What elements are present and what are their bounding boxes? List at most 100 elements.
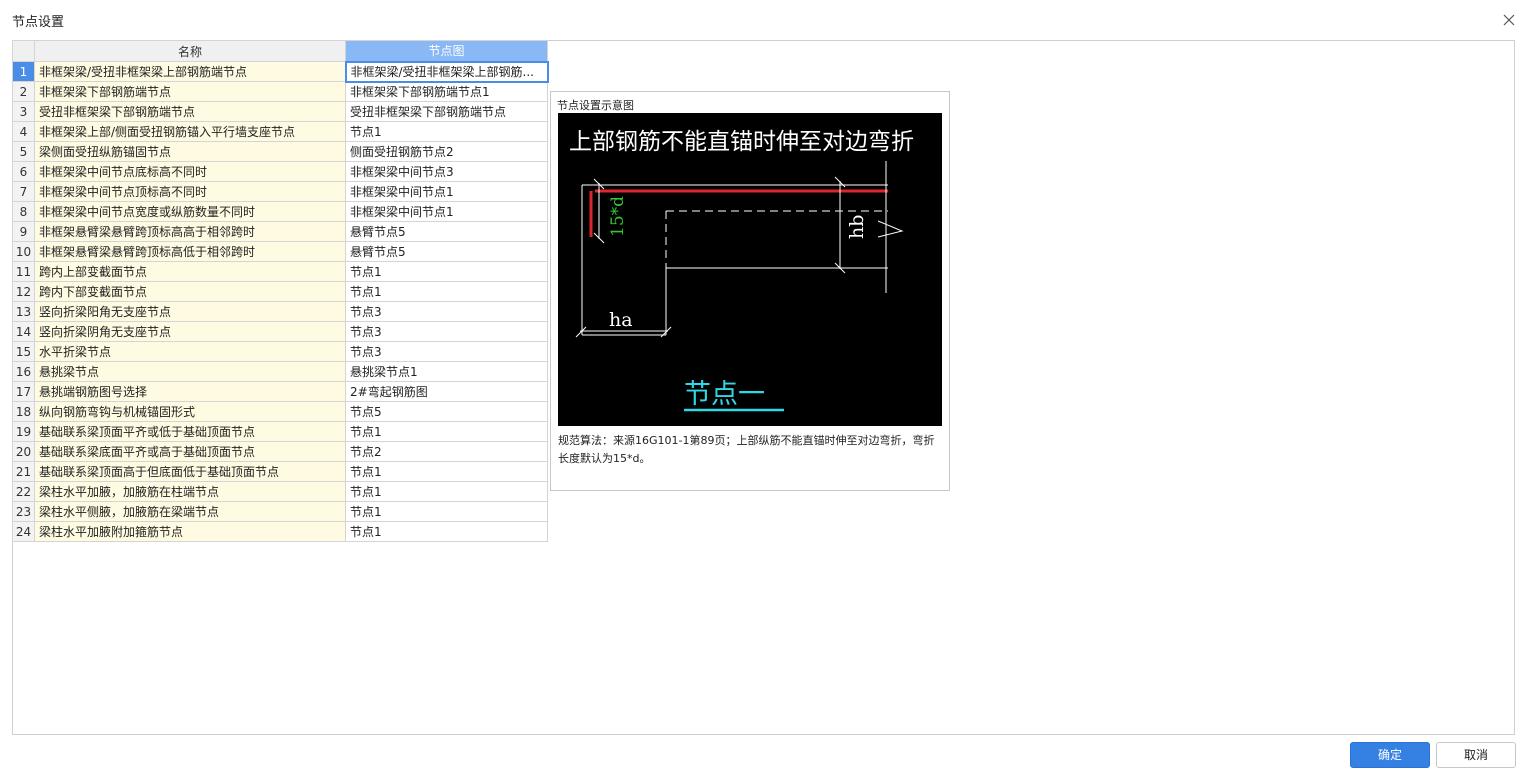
node-diagram-cell[interactable]: 非框架梁/受扭非框架梁上部钢筋... (344, 60, 549, 83)
node-name-cell[interactable]: 梁柱水平侧腋，加腋筋在梁端节点 (34, 501, 346, 522)
node-diagram-cell[interactable]: 节点1 (345, 501, 548, 522)
row-number: 3 (12, 101, 35, 122)
row-number: 5 (12, 141, 35, 162)
row-number: 14 (12, 321, 35, 342)
table-row[interactable]: 13 竖向折梁阳角无支座节点 节点3 (12, 301, 548, 322)
node-diagram-cell[interactable]: 节点1 (345, 261, 548, 282)
node-diagram-cell[interactable]: 受扭非框架梁下部钢筋端节点 (345, 101, 548, 122)
close-icon[interactable] (1498, 9, 1520, 31)
node-name-cell[interactable]: 悬挑端钢筋图号选择 (34, 381, 346, 402)
table-header-row: 名称 节点图 (12, 40, 548, 62)
node-diagram-cell[interactable]: 节点2 (345, 441, 548, 462)
node-diagram-cell[interactable]: 悬挑梁节点1 (345, 361, 548, 382)
node-name-cell[interactable]: 非框架梁/受扭非框架梁上部钢筋端节点 (34, 61, 346, 82)
node-name-cell[interactable]: 梁侧面受扭纵筋锚固节点 (34, 141, 346, 162)
table-row[interactable]: 12 跨内下部变截面节点 节点1 (12, 281, 548, 302)
table-row[interactable]: 21 基础联系梁顶面高于但底面低于基础顶面节点 节点1 (12, 461, 548, 482)
node-diagram-cell[interactable]: 节点3 (345, 341, 548, 362)
table-row[interactable]: 16 悬挑梁节点 悬挑梁节点1 (12, 361, 548, 382)
node-name-cell[interactable]: 非框架梁中间节点底标高不同时 (34, 161, 346, 182)
table-row[interactable]: 3 受扭非框架梁下部钢筋端节点 受扭非框架梁下部钢筋端节点 (12, 101, 548, 122)
row-number: 2 (12, 81, 35, 102)
title-bar: 节点设置 (0, 0, 1528, 40)
table-row[interactable]: 1 非框架梁/受扭非框架梁上部钢筋端节点 非框架梁/受扭非框架梁上部钢筋... (12, 60, 549, 83)
node-name-cell[interactable]: 跨内下部变截面节点 (34, 281, 346, 302)
row-number: 11 (12, 261, 35, 282)
table-row[interactable]: 7 非框架梁中间节点顶标高不同时 非框架梁中间节点1 (12, 181, 548, 202)
table-row[interactable]: 23 梁柱水平侧腋，加腋筋在梁端节点 节点1 (12, 501, 548, 522)
node-name-cell[interactable]: 基础联系梁顶面高于但底面低于基础顶面节点 (34, 461, 346, 482)
table-row[interactable]: 5 梁侧面受扭纵筋锚固节点 侧面受扭钢筋节点2 (12, 141, 548, 162)
table-row[interactable]: 4 非框架梁上部/侧面受扭钢筋锚入平行墙支座节点 节点1 (12, 121, 548, 142)
node-diagram-cell[interactable]: 节点1 (345, 461, 548, 482)
row-number: 19 (12, 421, 35, 442)
node-name-cell[interactable]: 竖向折梁阴角无支座节点 (34, 321, 346, 342)
node-name-cell[interactable]: 非框架梁下部钢筋端节点 (34, 81, 346, 102)
table-row[interactable]: 14 竖向折梁阴角无支座节点 节点3 (12, 321, 548, 342)
node-name-cell[interactable]: 梁柱水平加腋附加箍筋节点 (34, 521, 346, 542)
table-row[interactable]: 6 非框架梁中间节点底标高不同时 非框架梁中间节点3 (12, 161, 548, 182)
node-diagram-cell[interactable]: 节点5 (345, 401, 548, 422)
node-diagram-cell[interactable]: 节点1 (345, 421, 548, 442)
node-diagram-cell[interactable]: 悬臂节点5 (345, 241, 548, 262)
table-row[interactable]: 19 基础联系梁顶面平齐或低于基础顶面节点 节点1 (12, 421, 548, 442)
node-name-cell[interactable]: 纵向钢筋弯钩与机械锚固形式 (34, 401, 346, 422)
row-number: 8 (12, 201, 35, 222)
node-name-cell[interactable]: 悬挑梁节点 (34, 361, 346, 382)
node-diagram: 上部钢筋不能直锚时伸至对边弯折 15*d hb ha 节点一 (558, 113, 942, 426)
row-number: 17 (12, 381, 35, 402)
row-number: 10 (12, 241, 35, 262)
window-title: 节点设置 (12, 15, 65, 30)
node-diagram-cell[interactable]: 非框架梁中间节点3 (345, 161, 548, 182)
row-number: 21 (12, 461, 35, 482)
column-header-name[interactable]: 名称 (34, 40, 346, 62)
node-diagram-cell[interactable]: 非框架梁中间节点1 (345, 201, 548, 222)
table-row[interactable]: 22 梁柱水平加腋，加腋筋在柱端节点 节点1 (12, 481, 548, 502)
node-name-cell[interactable]: 跨内上部变截面节点 (34, 261, 346, 282)
table-row[interactable]: 17 悬挑端钢筋图号选择 2#弯起钢筋图 (12, 381, 548, 402)
node-name-cell[interactable]: 非框架梁中间节点宽度或纵筋数量不同时 (34, 201, 346, 222)
node-diagram-cell[interactable]: 节点1 (345, 121, 548, 142)
node-name-cell[interactable]: 基础联系梁顶面平齐或低于基础顶面节点 (34, 421, 346, 442)
ok-button[interactable]: 确定 (1350, 742, 1430, 768)
node-diagram-cell[interactable]: 节点1 (345, 481, 548, 502)
node-name-cell[interactable]: 非框架悬臂梁悬臂跨顶标高低于相邻跨时 (34, 241, 346, 262)
node-diagram-cell[interactable]: 非框架梁中间节点1 (345, 181, 548, 202)
row-number: 15 (12, 341, 35, 362)
node-preview-panel: 节点设置示意图 上部钢筋不能直锚时伸至对边弯折 15*d hb ha 节点一 规… (550, 91, 950, 491)
table-row[interactable]: 11 跨内上部变截面节点 节点1 (12, 261, 548, 282)
table-row[interactable]: 8 非框架梁中间节点宽度或纵筋数量不同时 非框架梁中间节点1 (12, 201, 548, 222)
node-diagram-cell[interactable]: 节点1 (345, 521, 548, 542)
row-number: 24 (12, 521, 35, 542)
node-diagram-cell[interactable]: 非框架梁下部钢筋端节点1 (345, 81, 548, 102)
column-header-node[interactable]: 节点图 (345, 40, 548, 62)
node-name-cell[interactable]: 梁柱水平加腋，加腋筋在柱端节点 (34, 481, 346, 502)
node-name-cell[interactable]: 非框架梁中间节点顶标高不同时 (34, 181, 346, 202)
node-name-cell[interactable]: 受扭非框架梁下部钢筋端节点 (34, 101, 346, 122)
row-number: 13 (12, 301, 35, 322)
table-row[interactable]: 18 纵向钢筋弯钩与机械锚固形式 节点5 (12, 401, 548, 422)
row-number: 4 (12, 121, 35, 142)
node-name-cell[interactable]: 基础联系梁底面平齐或高于基础顶面节点 (34, 441, 346, 462)
row-number: 22 (12, 481, 35, 502)
table-row[interactable]: 10 非框架悬臂梁悬臂跨顶标高低于相邻跨时 悬臂节点5 (12, 241, 548, 262)
row-number: 9 (12, 221, 35, 242)
node-name-cell[interactable]: 水平折梁节点 (34, 341, 346, 362)
table-row[interactable]: 2 非框架梁下部钢筋端节点 非框架梁下部钢筋端节点1 (12, 81, 548, 102)
node-name-cell[interactable]: 竖向折梁阳角无支座节点 (34, 301, 346, 322)
node-name-cell[interactable]: 非框架悬臂梁悬臂跨顶标高高于相邻跨时 (34, 221, 346, 242)
cancel-button[interactable]: 取消 (1436, 742, 1516, 768)
table-row[interactable]: 9 非框架悬臂梁悬臂跨顶标高高于相邻跨时 悬臂节点5 (12, 221, 548, 242)
node-diagram-cell[interactable]: 节点3 (345, 321, 548, 342)
row-number: 6 (12, 161, 35, 182)
node-diagram-cell[interactable]: 悬臂节点5 (345, 221, 548, 242)
node-diagram-cell[interactable]: 2#弯起钢筋图 (345, 381, 548, 402)
node-diagram-cell[interactable]: 节点3 (345, 301, 548, 322)
table-row[interactable]: 15 水平折梁节点 节点3 (12, 341, 548, 362)
table-row[interactable]: 24 梁柱水平加腋附加箍筋节点 节点1 (12, 521, 548, 542)
node-diagram-cell[interactable]: 节点1 (345, 281, 548, 302)
row-number: 23 (12, 501, 35, 522)
table-row[interactable]: 20 基础联系梁底面平齐或高于基础顶面节点 节点2 (12, 441, 548, 462)
node-diagram-cell[interactable]: 侧面受扭钢筋节点2 (345, 141, 548, 162)
node-name-cell[interactable]: 非框架梁上部/侧面受扭钢筋锚入平行墙支座节点 (34, 121, 346, 142)
